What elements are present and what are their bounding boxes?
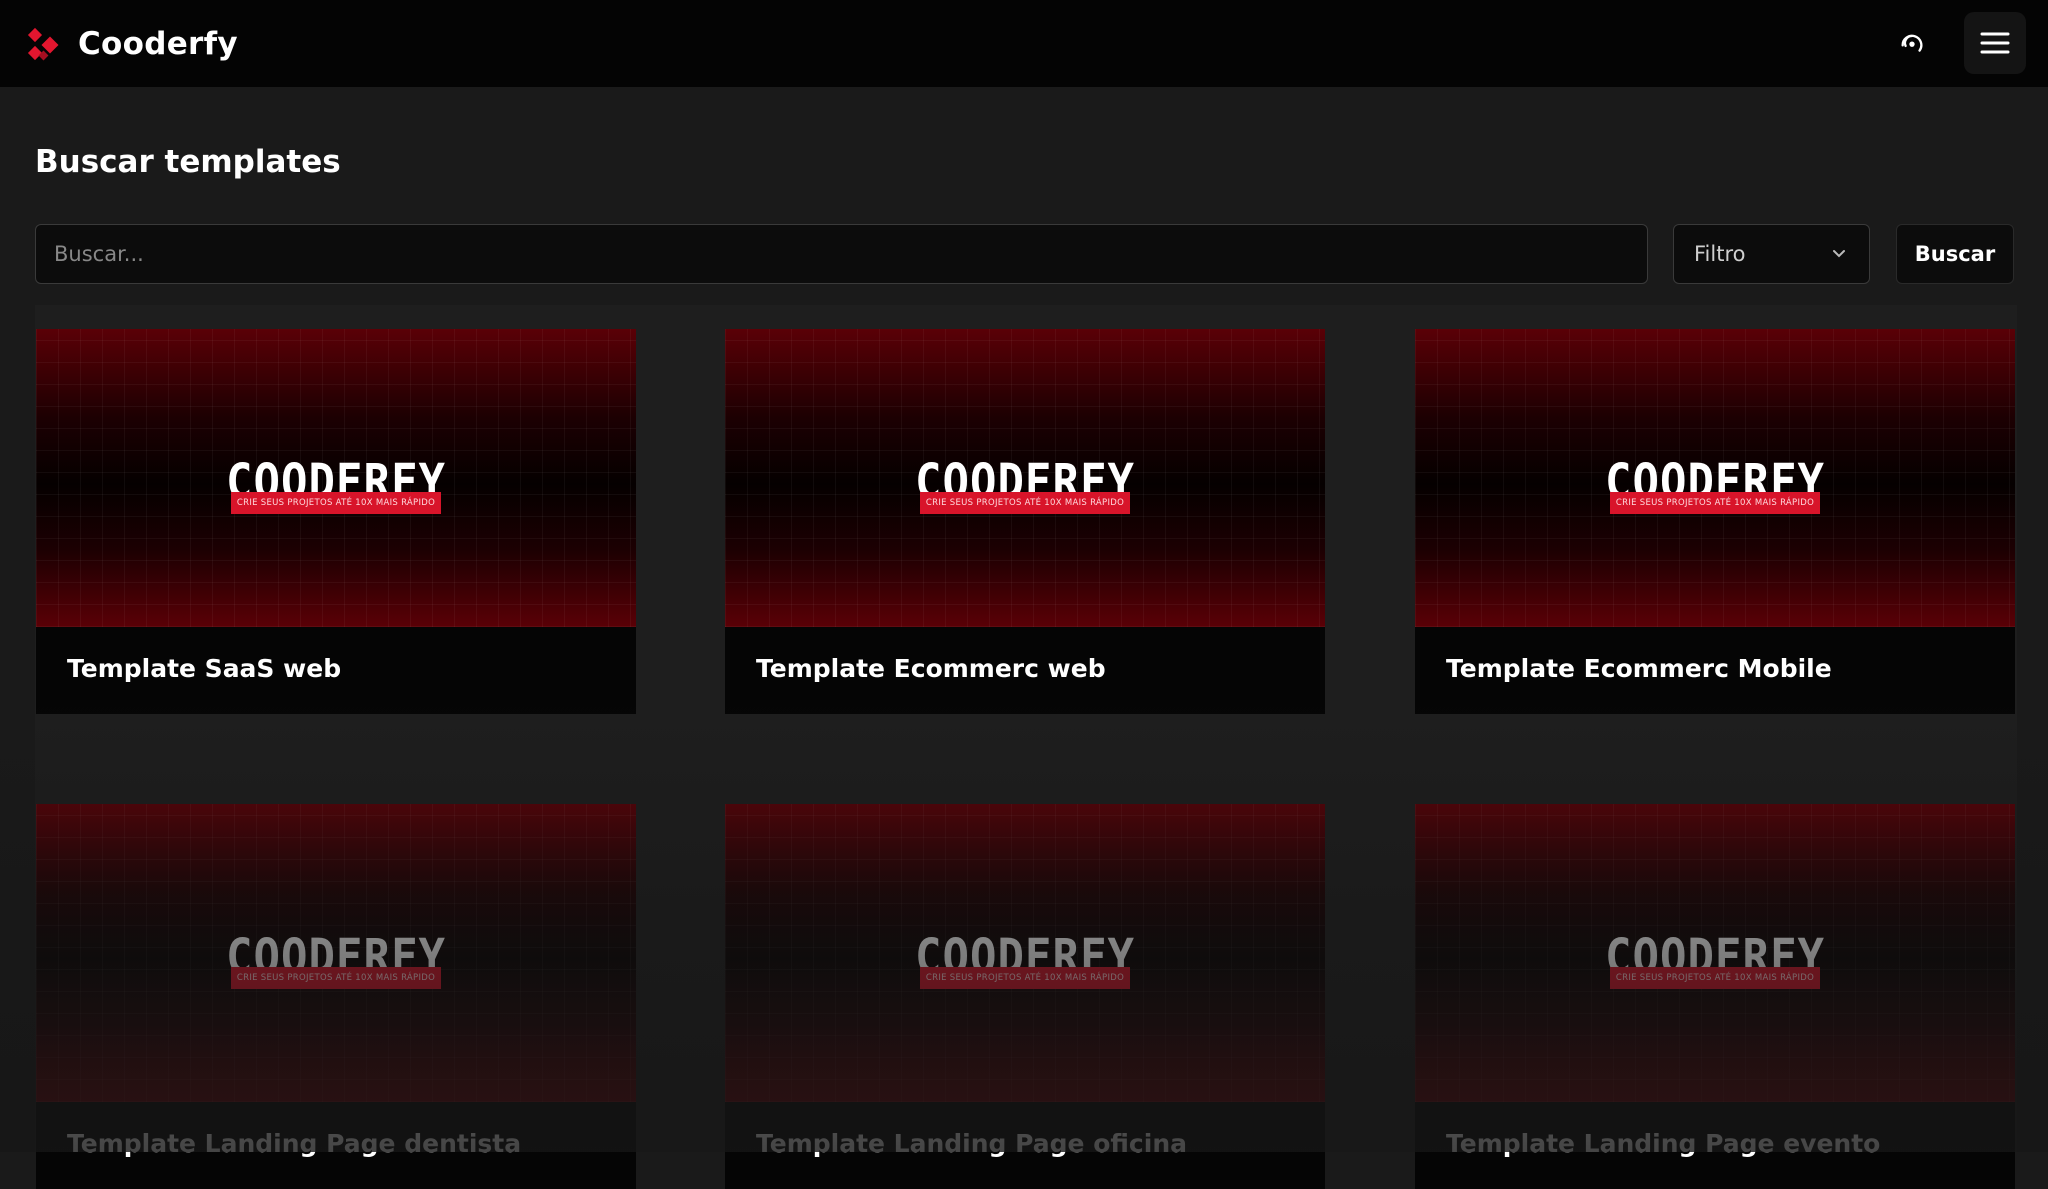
thumbnail-tagline: CRIE SEUS PROJETOS ATÉ 10X MAIS RÁPIDO [1610,967,1820,989]
thumbnail-tagline: CRIE SEUS PROJETOS ATÉ 10X MAIS RÁPIDO [920,967,1130,989]
menu-button[interactable] [1964,12,2026,74]
template-title: Template Ecommerc web [756,654,1106,683]
template-card[interactable]: COODERFY CRIE SEUS PROJETOS ATÉ 10X MAIS… [725,329,1325,714]
theme-toggle-button[interactable] [1890,21,1934,65]
theme-toggle-icon [1901,34,1923,52]
template-thumbnail: COODERFY CRIE SEUS PROJETOS ATÉ 10X MAIS… [725,804,1325,1102]
template-grid: COODERFY CRIE SEUS PROJETOS ATÉ 10X MAIS… [35,305,2017,1189]
template-title: Template Ecommerc Mobile [1446,654,1832,683]
search-button[interactable]: Buscar [1896,224,2014,284]
template-card[interactable]: COODERFY CRIE SEUS PROJETOS ATÉ 10X MAIS… [1415,804,2015,1189]
template-title: Template Landing Page dentista [67,1129,522,1158]
thumbnail-tagline: CRIE SEUS PROJETOS ATÉ 10X MAIS RÁPIDO [1610,492,1820,514]
template-title: Template Landing Page evento [1446,1129,1881,1158]
hamburger-menu-icon [1980,32,2010,54]
template-card[interactable]: COODERFY CRIE SEUS PROJETOS ATÉ 10X MAIS… [36,804,636,1189]
template-thumbnail: COODERFY CRIE SEUS PROJETOS ATÉ 10X MAIS… [1415,329,2015,627]
thumbnail-tagline: CRIE SEUS PROJETOS ATÉ 10X MAIS RÁPIDO [920,492,1130,514]
template-card[interactable]: COODERFY CRIE SEUS PROJETOS ATÉ 10X MAIS… [1415,329,2015,714]
filter-select[interactable]: Filtro [1673,224,1870,284]
template-thumbnail: COODERFY CRIE SEUS PROJETOS ATÉ 10X MAIS… [1415,804,2015,1102]
chevron-down-icon [1833,250,1845,258]
page-title: Buscar templates [35,144,341,180]
template-thumbnail: COODERFY CRIE SEUS PROJETOS ATÉ 10X MAIS… [36,329,636,627]
top-bar: Cooderfy [0,0,2048,87]
thumbnail-tagline: CRIE SEUS PROJETOS ATÉ 10X MAIS RÁPIDO [231,967,441,989]
template-thumbnail: COODERFY CRIE SEUS PROJETOS ATÉ 10X MAIS… [725,329,1325,627]
template-card[interactable]: COODERFY CRIE SEUS PROJETOS ATÉ 10X MAIS… [725,804,1325,1189]
brand-name: Cooderfy [78,25,238,62]
template-title: Template Landing Page oficina [756,1129,1187,1158]
template-title: Template SaaS web [67,654,342,683]
search-input[interactable] [35,224,1648,284]
brand[interactable]: Cooderfy [26,26,238,62]
thumbnail-tagline: CRIE SEUS PROJETOS ATÉ 10X MAIS RÁPIDO [231,492,441,514]
template-card[interactable]: COODERFY CRIE SEUS PROJETOS ATÉ 10X MAIS… [36,329,636,714]
template-thumbnail: COODERFY CRIE SEUS PROJETOS ATÉ 10X MAIS… [36,804,636,1102]
cooderfy-logo-icon [27,27,59,60]
filter-selected-value: Filtro [1694,242,1746,266]
